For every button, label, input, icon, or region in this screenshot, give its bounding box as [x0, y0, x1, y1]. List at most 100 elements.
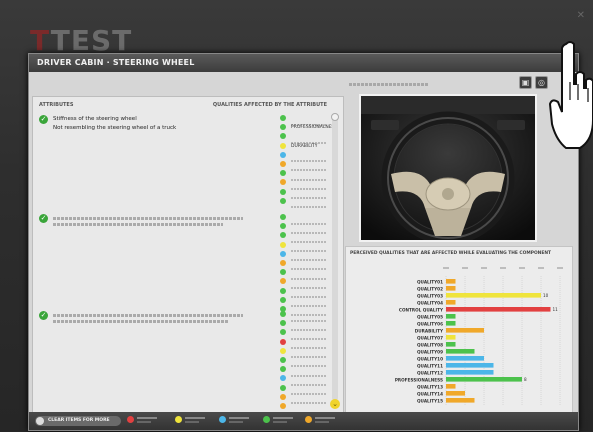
- category-label: QUALITY14: [417, 391, 443, 396]
- column-header-mark: [538, 267, 544, 269]
- quality-dot: [280, 402, 286, 409]
- quality-dots: [280, 311, 288, 421]
- category-label: QUALITY03: [417, 293, 443, 298]
- quality-dot: [280, 366, 286, 373]
- quality-dot: [280, 356, 286, 363]
- category-label: QUALITY08: [417, 342, 443, 347]
- category-label: QUALITY10: [417, 356, 443, 361]
- check-icon[interactable]: ✓: [39, 214, 48, 223]
- check-icon[interactable]: ✓: [39, 311, 48, 320]
- bar: [446, 321, 456, 326]
- quality-dot: [280, 329, 286, 336]
- legend-dot-green: [263, 416, 270, 423]
- category-label: QUALITY13: [417, 384, 443, 389]
- quality-dot: [280, 250, 286, 257]
- bar: [446, 356, 484, 361]
- category-label: DURABILITY: [415, 328, 444, 333]
- quality-dot: [280, 151, 286, 158]
- bar: [446, 293, 541, 298]
- column-header-mark: [557, 267, 563, 269]
- modal-title: DRIVER CABIN · STEERING WHEEL: [37, 58, 195, 67]
- check-icon[interactable]: ✓: [39, 115, 48, 124]
- bar: [446, 328, 484, 333]
- car-front-icon[interactable]: ▣: [519, 76, 532, 89]
- quality-dot: [280, 311, 286, 317]
- attribute-text-blurred: [53, 214, 243, 229]
- attributes-scrollbar[interactable]: [331, 113, 339, 401]
- column-header-mark: [443, 267, 449, 269]
- data-label: 8: [524, 377, 527, 382]
- column-header-mark: [481, 267, 487, 269]
- legend-footer: CLEAR ITEMS FOR MORE: [29, 412, 578, 430]
- attributes-panel-header: ATTRIBUTES QUALITIES AFFECTED BY THE ATT…: [33, 97, 343, 111]
- steering-wheel-photo: [359, 94, 537, 242]
- bar: [446, 335, 456, 340]
- quality-dot: [280, 214, 286, 220]
- bar: [446, 286, 456, 291]
- app-close-icon[interactable]: ✕: [577, 10, 585, 21]
- legend-dot-orange: [305, 416, 312, 423]
- quality-dot: [280, 197, 286, 204]
- qualities-header: QUALITIES AFFECTED BY THE ATTRIBUTE: [212, 102, 327, 108]
- category-label: QUALITY11: [417, 363, 443, 368]
- quality-dot: [280, 347, 286, 354]
- perceived-qualities-chart: QUALITY01 QUALITY02 QUALITY03 10 QUALITY04 CO…: [395, 267, 563, 405]
- clear-items-button[interactable]: CLEAR ITEMS FOR MORE: [35, 416, 121, 426]
- category-label: QUALITY02: [417, 286, 443, 291]
- legend-dot-red: [127, 416, 134, 423]
- quality-dot: [280, 269, 286, 276]
- bar: [446, 363, 494, 368]
- quality-dot: [280, 287, 286, 294]
- attribute-line: Stiffness of the steering wheel: [53, 116, 137, 122]
- category-label: QUALITY07: [417, 335, 443, 340]
- category-label: QUALITY09: [417, 349, 443, 354]
- quality-dot: [280, 241, 286, 248]
- quality-dot: [280, 338, 286, 345]
- modal-header: DRIVER CABIN · STEERING WHEEL: [29, 54, 578, 72]
- legend-dot-blue: [219, 416, 226, 423]
- scrollbar-thumb[interactable]: [331, 113, 339, 121]
- quality-dot: [280, 296, 286, 303]
- column-header-mark: [500, 267, 506, 269]
- bar: [446, 370, 494, 375]
- quality-dot: [280, 259, 286, 266]
- category-label: CONTROL QUALITY: [399, 307, 444, 312]
- quality-dot: [280, 179, 286, 186]
- column-header-mark: [462, 267, 468, 269]
- quality-dots: [280, 214, 288, 315]
- quality-dot: [280, 160, 286, 167]
- data-label: 10: [543, 293, 549, 298]
- quality-dot: [280, 223, 286, 230]
- bar: [446, 384, 456, 389]
- image-caption: [349, 83, 429, 86]
- chart-title: PERCEIVED QUALITIES THAT ARE AFFECTED WH…: [350, 251, 552, 256]
- quality-dot: [280, 375, 286, 382]
- quality-dot: [280, 232, 286, 239]
- attribute-text: Stiffness of the steering wheel Not rese…: [53, 115, 243, 133]
- quality-dot: [280, 133, 286, 140]
- category-label: QUALITY12: [417, 370, 443, 375]
- quality-dots: [280, 115, 288, 207]
- data-label: 11: [553, 307, 559, 312]
- quality-dot: [280, 393, 286, 400]
- legend-dot-yellow: [175, 416, 182, 423]
- scroll-down-icon[interactable]: ⌄: [330, 399, 340, 409]
- category-label: QUALITY15: [417, 398, 443, 403]
- quality-dot: [280, 142, 286, 149]
- bar: [446, 391, 465, 396]
- component-modal: DRIVER CABIN · STEERING WHEEL ATTRIBUTES…: [28, 53, 579, 431]
- bar: [446, 300, 456, 305]
- steering-wheel-icon[interactable]: ◎: [535, 76, 548, 89]
- bar: [446, 279, 456, 284]
- attributes-header: ATTRIBUTES: [39, 102, 74, 108]
- bar: [446, 349, 475, 354]
- column-header-mark: [519, 267, 525, 269]
- quality-dot: [280, 124, 286, 131]
- attribute-line: Not resembling the steering wheel of a t…: [53, 125, 177, 131]
- quality-dot: [280, 188, 286, 195]
- bar: [446, 314, 456, 319]
- quality-dot: [280, 320, 286, 327]
- hand-pointer-icon: [548, 41, 593, 149]
- quality-dot: [280, 278, 286, 285]
- category-label: PROFESSIONALNESS: [395, 377, 443, 382]
